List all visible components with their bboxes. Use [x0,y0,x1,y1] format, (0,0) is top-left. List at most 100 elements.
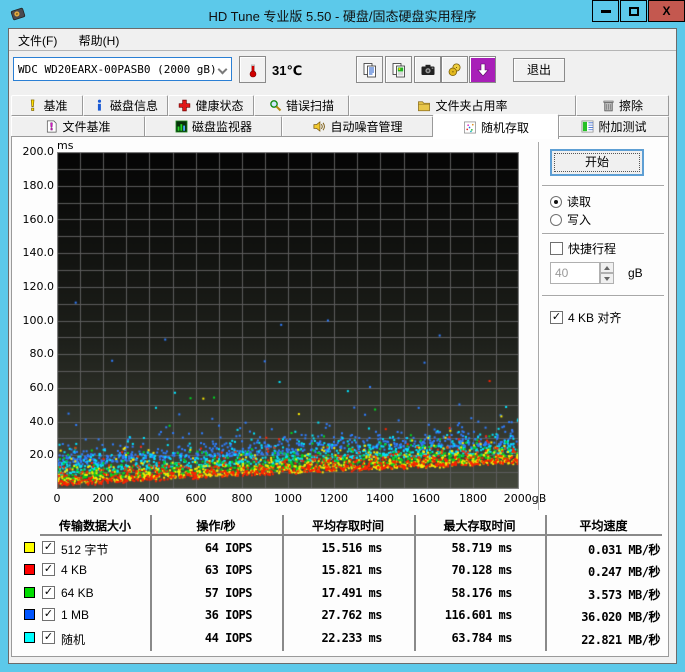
toolbar: WDC WD20EARX-00PASB0 (2000 gB) 31℃ 退出 [9,52,676,92]
capacity-input[interactable]: 40 [550,262,600,284]
write-radio[interactable]: 写入 [550,211,591,228]
iops-value: 57 IOPS [204,586,253,600]
coins-icon [448,63,460,76]
tab-folder-usage[interactable]: 文件夹占用率 [349,95,576,116]
series-label: 64 KB [61,586,94,600]
spin-up-button[interactable] [600,262,614,273]
series-label: 4 KB [61,563,88,577]
read-label: 读取 [567,195,592,209]
series-checkbox[interactable]: ✓ [42,563,55,576]
y-tick: 20.0 [29,448,55,461]
series-label: 1 MB [61,608,90,622]
start-button[interactable]: 开始 [550,149,644,176]
capacity-stepper [600,262,614,284]
tab-health[interactable]: 健康状态 [168,95,254,116]
maximize-button[interactable] [620,0,647,22]
copy-image-button[interactable] [385,56,412,83]
minimize-icon [600,9,611,13]
table-row-4kb: ✓ 4 KB 63 IOPS 15.821 ms 70.128 ms 0.247… [12,562,670,580]
tab-error-scan[interactable]: 错误扫描 [254,95,349,116]
tab-random-access[interactable]: 随机存取 [433,114,559,139]
menu-help[interactable]: 帮助(H) [70,29,129,52]
x-tick: 1800 [459,492,487,505]
avg-value: 17.491 ms [321,586,382,600]
trash-icon [603,100,614,112]
tab-benchmark[interactable]: 基准 [11,95,83,116]
drive-select[interactable]: WDC WD20EARX-00PASB0 (2000 gB) [13,57,232,81]
y-tick: 160.0 [22,213,55,226]
iops-value: 36 IOPS [204,608,253,622]
exit-button[interactable]: 退出 [513,58,565,82]
capacity-unit: gB [628,266,643,280]
tab-file-benchmark[interactable]: 文件基准 [11,116,145,137]
read-radio[interactable]: 读取 [550,193,591,210]
speed-value: 0.247 MB/秒 [587,565,661,579]
separator [542,295,664,296]
temperature-value: 31℃ [272,63,303,78]
avg-value: 15.821 ms [321,563,382,577]
tab-disk-info-label: 磁盘信息 [109,99,158,113]
random-access-page: ms 200.0 180.0 160.0 140.0 120.0 100.0 8… [11,136,669,657]
camera-icon [421,64,434,75]
hdtune-window: HD Tune 专业版 5.50 - 硬盘/固态硬盘实用程序 X 文件(F) 帮… [0,0,685,672]
avg-value: 15.516 ms [321,541,382,555]
file-benchmark-icon [47,120,57,133]
tab-erase[interactable]: 擦除 [576,95,669,116]
panel-divider [538,142,539,510]
tab-health-label: 健康状态 [195,99,244,113]
chevron-down-icon [217,64,228,75]
tab-disk-info[interactable]: 磁盘信息 [83,95,168,116]
temperature-button[interactable] [239,56,266,83]
speaker-icon [314,121,326,132]
short-stroke-checkbox[interactable]: 快捷行程 [550,240,616,257]
speed-value: 0.031 MB/秒 [587,543,661,557]
series-color-swatch [24,542,35,553]
series-label: 512 字节 [61,543,109,557]
speed-value: 22.821 MB/秒 [581,633,660,647]
y-tick: 200.0 [22,145,55,158]
maximize-icon [628,6,639,16]
screenshot-button[interactable] [414,56,441,83]
y-axis-unit: ms [57,139,74,152]
series-checkbox[interactable]: ✓ [42,631,55,644]
minimize-button[interactable] [592,0,619,22]
coins-button[interactable] [441,56,468,83]
radio-icon [550,213,562,226]
copy-text-button[interactable] [356,56,383,83]
tab-disk-monitor[interactable]: 磁盘监视器 [145,116,282,137]
spin-down-button[interactable] [600,273,614,284]
magnifier-icon [270,100,282,112]
col-header-max: 最大存取时间 [443,519,516,533]
table-row-512b: ✓ 512 字节 64 IOPS 15.516 ms 58.719 ms 0.0… [12,540,670,558]
health-cross-icon [179,99,191,112]
drive-select-value: WDC WD20EARX-00PASB0 (2000 gB) [18,62,217,76]
tab-extra-tests[interactable]: 附加测试 [559,116,669,137]
thermometer-icon [249,64,256,77]
avg-value: 27.762 ms [321,608,382,622]
series-checkbox[interactable]: ✓ [42,586,55,599]
random-access-icon [464,121,476,133]
scatter-canvas [57,152,519,489]
align-checkbox[interactable]: ✓ 4 KB 对齐 [550,309,621,326]
y-tick: 40.0 [29,415,55,428]
update-button[interactable] [469,56,496,83]
extra-tests-icon [582,120,594,133]
col-header-size: 传输数据大小 [58,519,131,533]
tab-aam[interactable]: 自动噪音管理 [282,116,433,137]
max-value: 70.128 ms [451,563,512,577]
series-checkbox[interactable]: ✓ [42,541,55,554]
y-tick: 80.0 [29,347,55,360]
start-label: 开始 [584,155,609,169]
tab-benchmark-label: 基准 [43,99,68,113]
max-value: 116.601 ms [444,608,513,622]
series-checkbox[interactable]: ✓ [42,608,55,621]
menu-file[interactable]: 文件(F) [9,29,66,52]
y-tick: 120.0 [22,280,55,293]
table-row-64kb: ✓ 64 KB 57 IOPS 17.491 ms 58.176 ms 3.57… [12,585,670,603]
tab-disk-monitor-label: 磁盘监视器 [191,120,252,134]
iops-value: 44 IOPS [204,631,253,645]
separator [542,185,664,186]
close-button[interactable]: X [648,0,685,22]
checkbox-checked-icon: ✓ [550,311,563,324]
checkbox-unchecked-icon [550,242,563,255]
